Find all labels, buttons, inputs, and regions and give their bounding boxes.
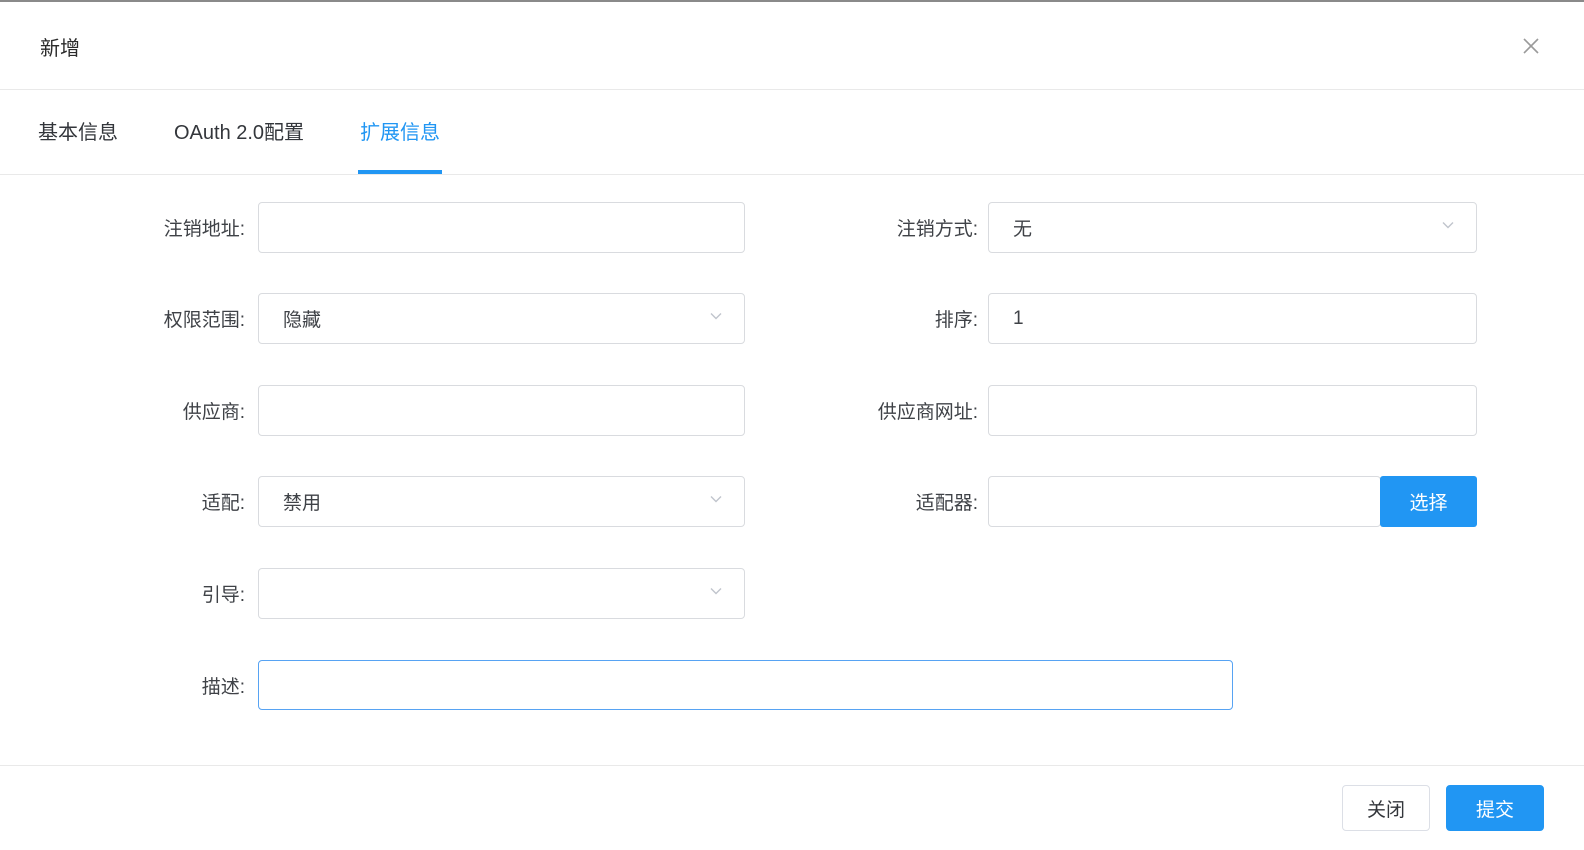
vendor-label: 供应商: [0, 385, 245, 436]
dialog-footer: 关闭 提交 [0, 765, 1584, 850]
sort-label: 排序: [740, 293, 978, 344]
add-new-dialog: 新增 基本信息 OAuth 2.0配置 扩展信息 注销地址: 注销方式: 无 [0, 0, 1584, 850]
chevron-down-icon [1440, 217, 1456, 239]
tab-oauth2-config[interactable]: OAuth 2.0配置 [172, 91, 306, 174]
tab-label: 扩展信息 [360, 116, 440, 145]
adapt-label: 适配: [0, 476, 245, 527]
form-row: 权限范围: 隐藏 排序: [0, 293, 1584, 344]
form-row: 注销地址: 注销方式: 无 [0, 202, 1584, 253]
adapter-label: 适配器: [740, 476, 978, 527]
select-value: 禁用 [283, 488, 321, 515]
select-value: 无 [1013, 214, 1032, 241]
logout-url-label: 注销地址: [0, 202, 245, 253]
logout-url-input[interactable] [258, 202, 745, 253]
scope-label: 权限范围: [0, 293, 245, 344]
vendor-input[interactable] [258, 385, 745, 436]
chevron-down-icon [708, 308, 724, 330]
chevron-down-icon [708, 491, 724, 513]
sort-input[interactable] [988, 293, 1477, 344]
scope-select[interactable]: 隐藏 [258, 293, 745, 344]
close-button[interactable]: 关闭 [1342, 785, 1430, 831]
logout-method-select[interactable]: 无 [988, 202, 1477, 253]
adapter-select-button[interactable]: 选择 [1380, 476, 1477, 527]
close-icon[interactable] [1520, 2, 1542, 90]
tab-extended-info[interactable]: 扩展信息 [358, 91, 442, 174]
vendor-url-label: 供应商网址: [740, 385, 978, 436]
vendor-url-input[interactable] [988, 385, 1477, 436]
select-value: 隐藏 [283, 305, 321, 332]
description-label: 描述: [0, 660, 245, 711]
form-row: 引导: [0, 568, 1584, 619]
guide-label: 引导: [0, 568, 245, 619]
dialog-header: 新增 [0, 2, 1584, 90]
tab-basic-info[interactable]: 基本信息 [36, 91, 120, 174]
logout-method-label: 注销方式: [740, 202, 978, 253]
description-input[interactable] [258, 660, 1233, 710]
dialog-title: 新增 [40, 2, 80, 90]
submit-button[interactable]: 提交 [1446, 785, 1544, 831]
adapt-select[interactable]: 禁用 [258, 476, 745, 527]
tab-label: 基本信息 [38, 116, 118, 145]
form-row: 适配: 禁用 适配器: 选择 [0, 476, 1584, 527]
guide-select[interactable] [258, 568, 745, 619]
tab-label: OAuth 2.0配置 [174, 116, 304, 145]
form-row: 描述: [0, 660, 1584, 711]
tab-bar: 基本信息 OAuth 2.0配置 扩展信息 [0, 91, 1584, 175]
chevron-down-icon [708, 583, 724, 605]
form-row: 供应商: 供应商网址: [0, 385, 1584, 436]
adapter-input[interactable] [988, 476, 1381, 527]
